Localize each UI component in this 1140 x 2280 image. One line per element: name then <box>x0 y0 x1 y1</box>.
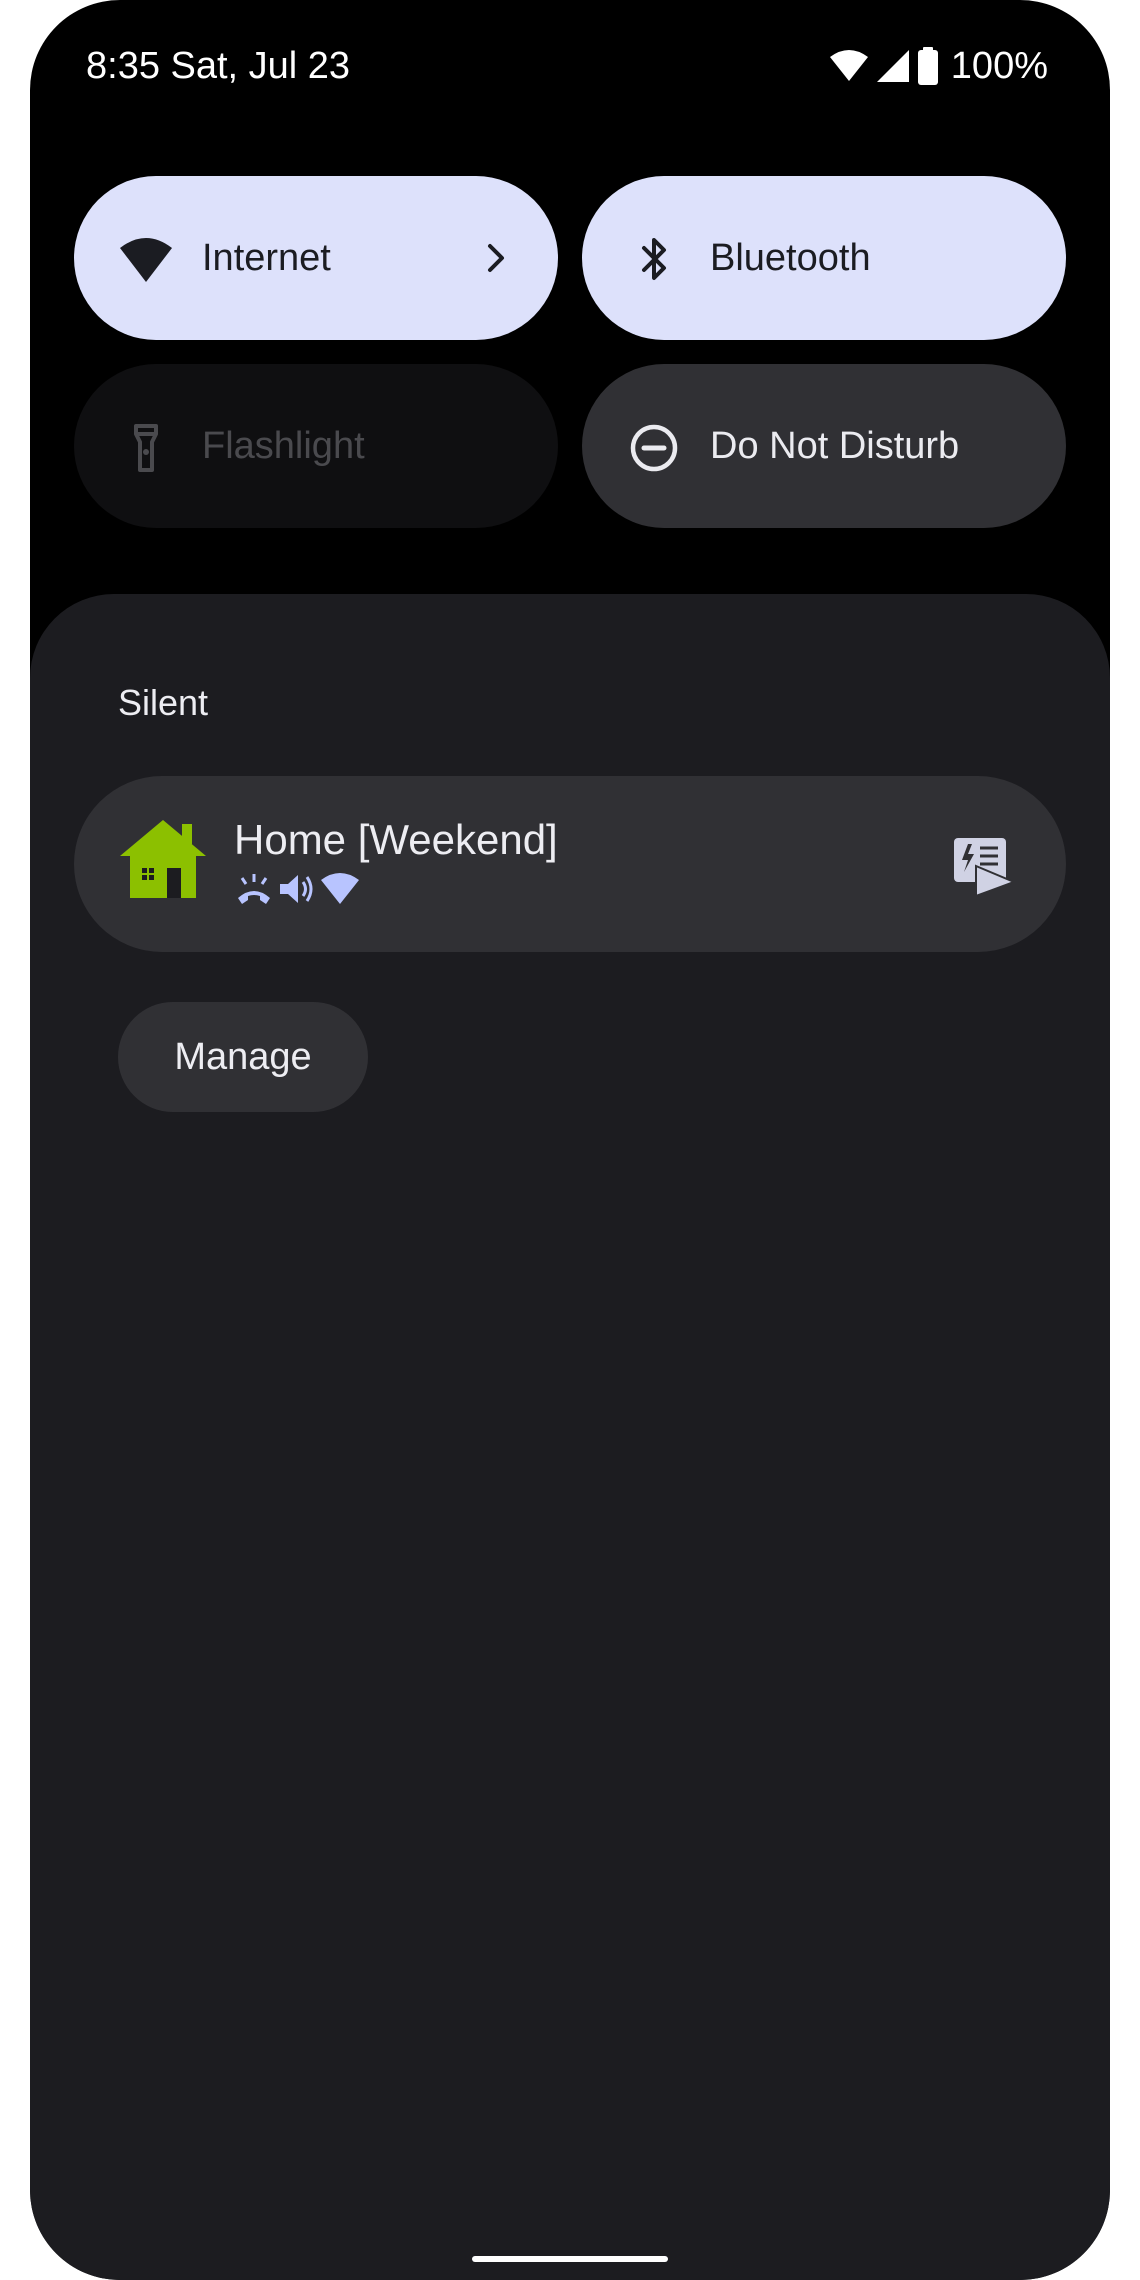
tile-label: Internet <box>202 237 331 279</box>
bluetooth-icon <box>642 238 666 280</box>
flashlight-icon <box>134 424 158 472</box>
battery-icon <box>917 47 938 85</box>
status-indicators: 100% <box>829 42 1048 90</box>
notification-status-icons <box>234 872 360 906</box>
tile-flashlight[interactable]: Flashlight <box>74 364 558 528</box>
notification-shade: 8:35 Sat, Jul 23 100% Internet Bluetooth… <box>30 0 1110 2280</box>
manage-button[interactable]: Manage <box>118 1002 368 1112</box>
chevron-right-icon <box>488 244 504 272</box>
home-icon <box>120 820 206 898</box>
wifi-icon <box>829 50 868 81</box>
status-bar: 8:35 Sat, Jul 23 100% <box>30 0 1110 130</box>
battery-percentage: 100% <box>950 45 1048 87</box>
tile-label: Flashlight <box>202 425 365 467</box>
notification-title: Home [Weekend] <box>234 816 558 863</box>
navigation-handle[interactable] <box>472 2256 668 2262</box>
tile-label: Bluetooth <box>710 237 871 279</box>
do-not-disturb-icon <box>630 424 678 472</box>
tile-do-not-disturb[interactable]: Do Not Disturb <box>582 364 1066 528</box>
status-time-date: 8:35 Sat, Jul 23 <box>86 45 351 87</box>
ringer-vibrate-icon <box>238 874 270 904</box>
wifi-icon <box>321 873 359 904</box>
cellular-signal-icon <box>876 50 909 82</box>
tile-label: Do Not Disturb <box>710 425 960 467</box>
volume-icon <box>280 875 313 903</box>
section-header-silent: Silent <box>118 682 209 723</box>
wifi-icon <box>120 238 172 282</box>
tasker-action-icon[interactable] <box>950 832 1016 898</box>
tile-bluetooth[interactable]: Bluetooth <box>582 176 1066 340</box>
notification-panel: Silent Home [Weekend] Manage <box>30 594 1110 2280</box>
tile-internet[interactable]: Internet <box>74 176 558 340</box>
notification-card[interactable]: Home [Weekend] <box>74 776 1066 952</box>
